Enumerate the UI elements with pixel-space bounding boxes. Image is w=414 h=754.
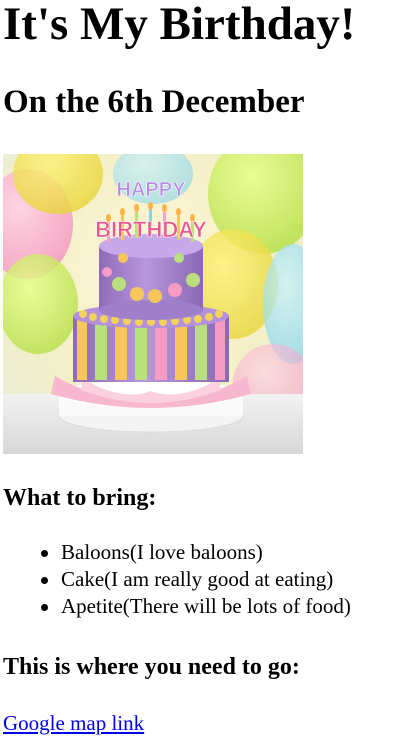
list-item: Cake(I am really good at eating) <box>41 566 351 593</box>
directions-heading: This is where you need to go: <box>3 654 300 680</box>
cake-topper-happy: HAPPY <box>117 179 187 201</box>
page-title: It's My Birthday! <box>3 0 356 50</box>
date-heading: On the 6th December <box>3 84 305 120</box>
cake-topper-birthday: BIRTHDAY <box>95 217 207 242</box>
bring-heading: What to bring: <box>3 485 157 511</box>
list-item: Baloons(I love baloons) <box>41 539 351 566</box>
bring-list: Baloons(I love baloons) Cake(I am really… <box>3 539 351 620</box>
cake-illustration: HAPPY BIRTHDAY <box>3 154 303 454</box>
birthday-cake-image: HAPPY BIRTHDAY <box>3 154 303 454</box>
google-map-link[interactable]: Google map link <box>3 709 144 737</box>
list-item: Apetite(There will be lots of food) <box>41 594 351 618</box>
